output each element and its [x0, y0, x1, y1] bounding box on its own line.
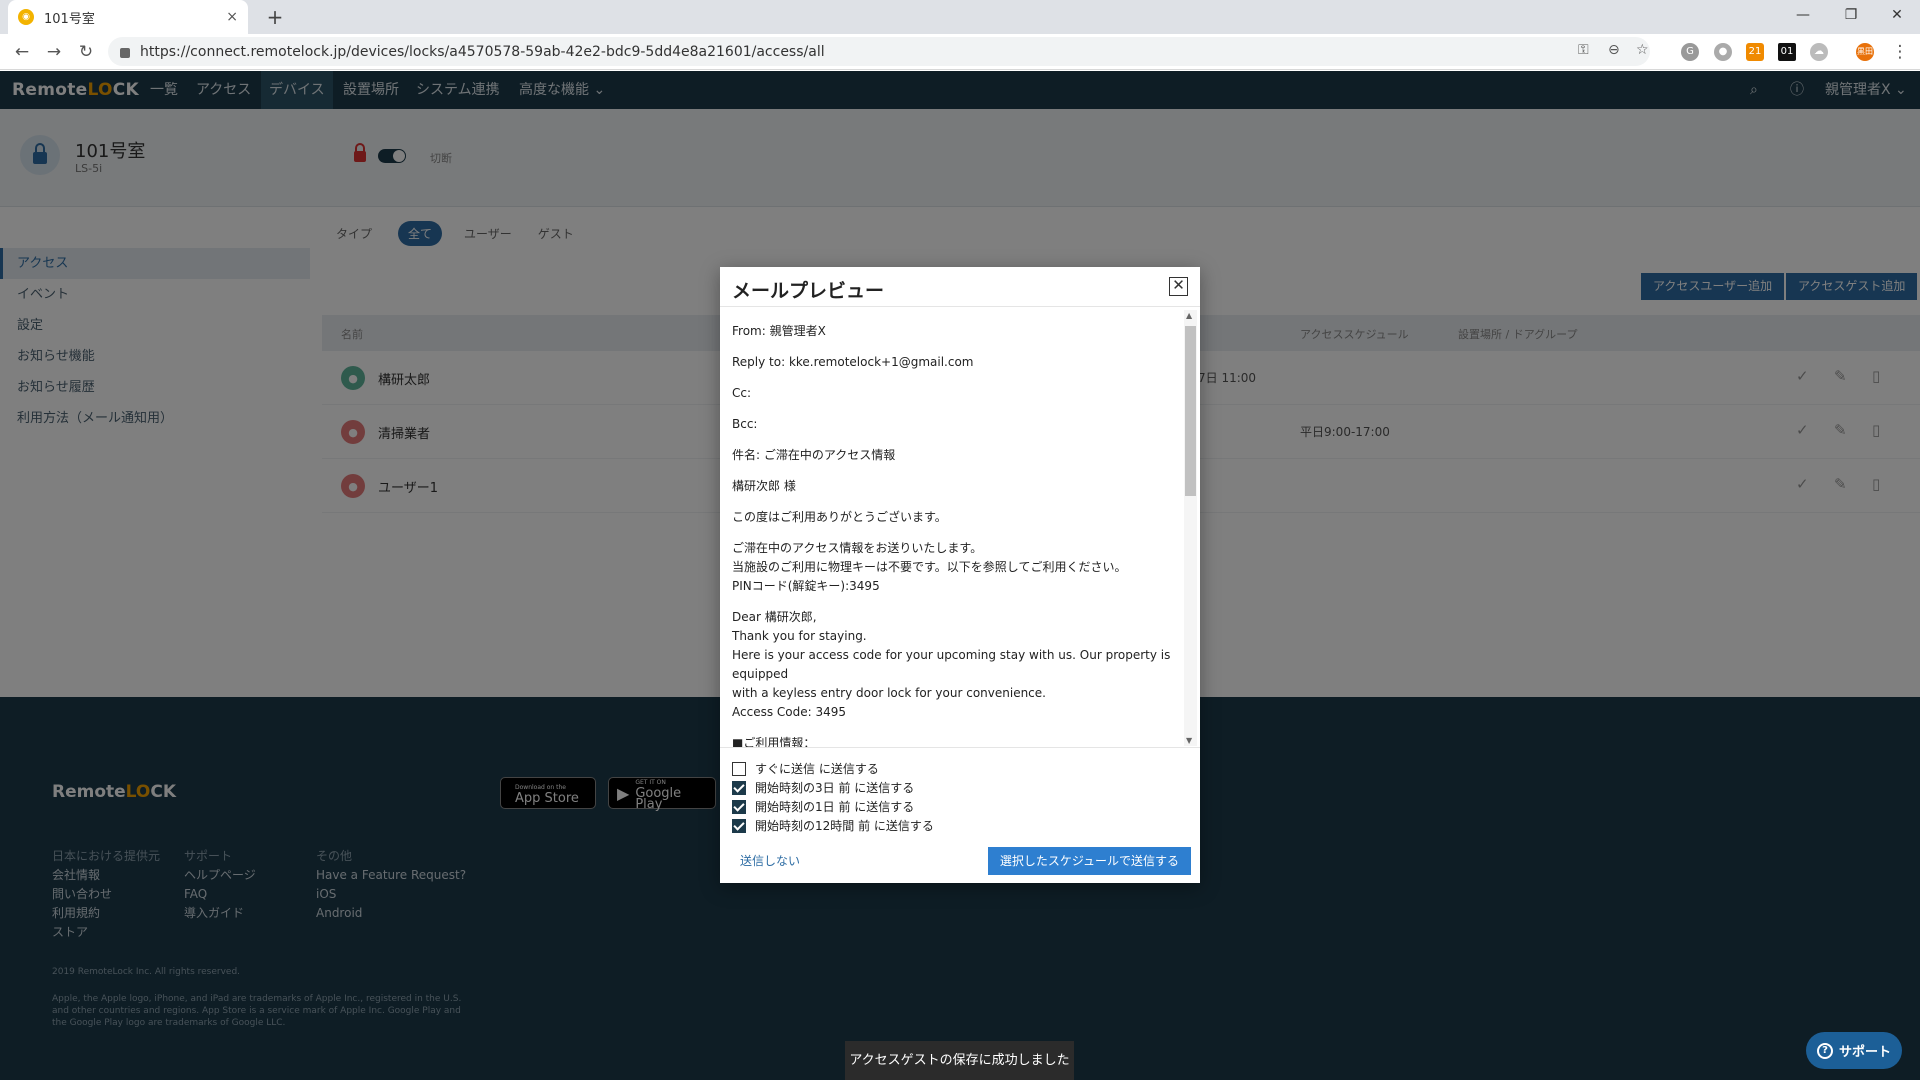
- url-text[interactable]: https://connect.remotelock.jp/devices/lo…: [140, 44, 825, 60]
- send-option[interactable]: すぐに送信 に送信する: [732, 759, 934, 778]
- email-from: From: 親管理者X: [732, 324, 826, 338]
- modal-title: メールプレビュー: [732, 280, 885, 302]
- extension-counter-icon[interactable]: 01: [1778, 43, 1796, 61]
- email-reply-to: Reply to: kke.remotelock+1@gmail.com: [732, 355, 974, 369]
- extension-cloud-icon[interactable]: ☁: [1810, 43, 1828, 61]
- forward-arrow-icon[interactable]: →: [42, 40, 66, 64]
- email-salutation: 構研次郎 様: [732, 479, 796, 493]
- browser-tab-strip: ◉ 101号室 × + — ❐ ✕: [0, 0, 1920, 34]
- email-content: From: 親管理者X Reply to: kke.remotelock+1@g…: [732, 322, 1172, 748]
- email-cc: Cc:: [732, 386, 752, 400]
- extension-badge-icon[interactable]: 21: [1746, 43, 1764, 61]
- extension-icon[interactable]: G: [1681, 43, 1699, 61]
- email-preview-body[interactable]: From: 親管理者X Reply to: kke.remotelock+1@g…: [720, 308, 1200, 748]
- scroll-down-icon[interactable]: ▼: [1186, 736, 1192, 745]
- send-option[interactable]: 開始時刻の1日 前 に送信する: [732, 797, 934, 816]
- restore-window-icon[interactable]: ❐: [1828, 0, 1874, 34]
- scrollbar-thumb[interactable]: [1185, 326, 1196, 496]
- close-icon[interactable]: ✕: [1169, 277, 1188, 296]
- email-thanks: この度はご利用ありがとうございます。: [732, 510, 947, 524]
- email-bcc: Bcc:: [732, 417, 758, 431]
- support-label: サポート: [1838, 1045, 1891, 1060]
- close-window-icon[interactable]: ✕: [1874, 0, 1920, 34]
- email-preview-modal: メールプレビュー ✕ From: 親管理者X Reply to: kke.rem…: [720, 267, 1200, 883]
- send-3days-checkbox[interactable]: [732, 780, 746, 795]
- send-now-checkbox[interactable]: [732, 761, 746, 776]
- tab-title: 101号室: [44, 11, 95, 27]
- extension-circle-icon[interactable]: ●: [1714, 43, 1732, 61]
- success-toast: アクセスゲストの保存に成功しました: [845, 1041, 1074, 1080]
- send-schedule-options: すぐに送信 に送信する 開始時刻の3日 前 に送信する 開始時刻の1日 前 に送…: [732, 759, 934, 835]
- do-not-send-link[interactable]: 送信しない: [740, 852, 800, 869]
- send-option[interactable]: 開始時刻の3日 前 に送信する: [732, 778, 934, 797]
- send-1day-checkbox[interactable]: [732, 799, 746, 814]
- tab-close-icon[interactable]: ×: [226, 9, 238, 25]
- profile-avatar[interactable]: 黒田: [1856, 43, 1874, 61]
- browser-toolbar: ← → ↻ https://connect.remotelock.jp/devi…: [0, 34, 1920, 70]
- send-option[interactable]: 開始時刻の12時間 前 に送信する: [732, 816, 934, 835]
- email-subject: 件名: ご滞在中のアクセス情報: [732, 448, 896, 462]
- support-button[interactable]: ? サポート: [1806, 1032, 1902, 1069]
- new-tab-button[interactable]: +: [262, 4, 288, 30]
- secure-lock-icon: [120, 47, 130, 58]
- address-bar[interactable]: https://connect.remotelock.jp/devices/lo…: [108, 37, 1650, 66]
- key-icon[interactable]: ⚿: [1578, 42, 1589, 58]
- send-with-schedule-button[interactable]: 選択したスケジュールで送信する: [987, 847, 1191, 875]
- bookmark-star-icon[interactable]: ☆: [1636, 42, 1649, 58]
- preview-scrollbar[interactable]: ▲ ▼: [1184, 310, 1197, 746]
- zoom-icon[interactable]: ⊖: [1608, 42, 1620, 58]
- remotelock-favicon-icon: ◉: [18, 9, 34, 25]
- email-body-english: Dear 構研次郎, Thank you for staying. Here i…: [732, 610, 1171, 719]
- email-usage-heading: ■ご利用情報：: [732, 736, 816, 748]
- modal-header: メールプレビュー ✕: [720, 267, 1200, 307]
- scroll-up-icon[interactable]: ▲: [1186, 311, 1192, 320]
- browser-menu-icon[interactable]: ⋮: [1888, 40, 1912, 64]
- reload-icon[interactable]: ↻: [74, 40, 98, 64]
- email-body-japanese: ご滞在中のアクセス情報をお送りいたします。 当施設のご利用に物理キーは不要です。…: [732, 541, 1127, 593]
- browser-tab[interactable]: ◉ 101号室 ×: [8, 0, 248, 34]
- minimize-window-icon[interactable]: —: [1780, 0, 1826, 34]
- send-12hours-checkbox[interactable]: [732, 818, 746, 833]
- back-arrow-icon[interactable]: ←: [10, 40, 34, 64]
- help-circle-icon: ?: [1816, 1042, 1833, 1059]
